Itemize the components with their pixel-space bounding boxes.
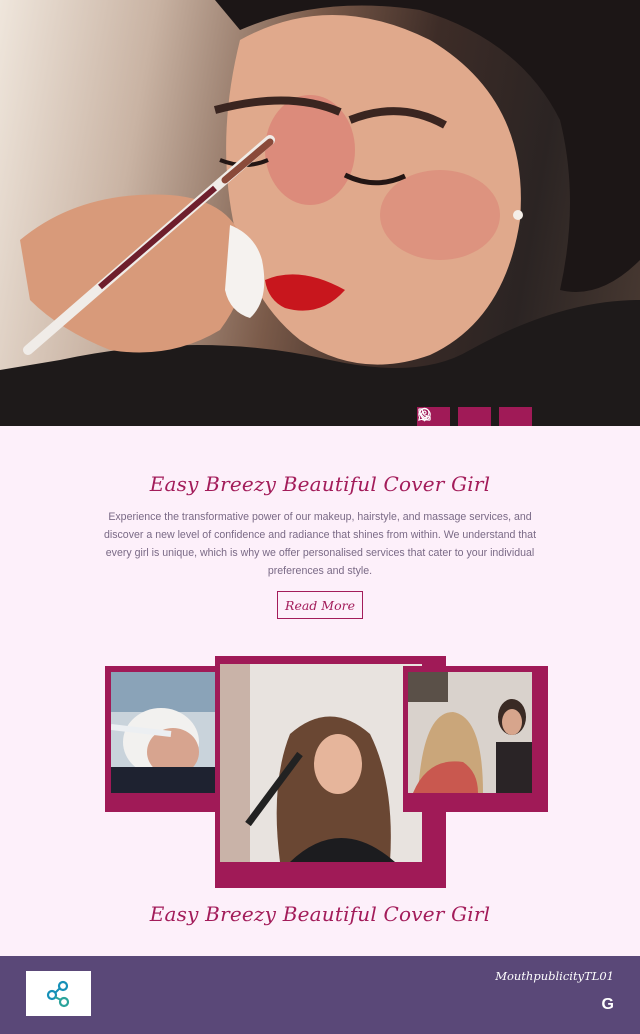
gallery-card-left	[105, 666, 227, 812]
gallery-photo-makeup[interactable]	[408, 672, 532, 793]
footer: MouthpublicityTL01 G	[0, 956, 640, 1034]
footer-brand: MouthpublicityTL01	[495, 969, 614, 983]
google-icon[interactable]: G	[602, 996, 614, 1014]
read-more-button[interactable]: Read More	[277, 591, 363, 619]
whatsapp-button[interactable]	[418, 407, 491, 426]
hero-illustration	[0, 0, 640, 426]
location-pin-icon	[419, 407, 430, 422]
gallery-title: Easy Breezy Beautiful Cover Girl	[149, 902, 491, 926]
logo-icon	[46, 980, 69, 1007]
intro-description: Experience the transformative power of o…	[103, 511, 537, 577]
footer-logo[interactable]	[26, 971, 91, 1016]
gallery-card-right	[403, 666, 548, 812]
hero-image	[0, 0, 640, 426]
gallery-photo-facial[interactable]	[111, 672, 219, 793]
contact-bar	[417, 407, 532, 426]
intro-title: Easy Breezy Beautiful Cover Girl	[149, 472, 491, 496]
location-button[interactable]	[419, 407, 532, 426]
gallery-photo-hairstyle[interactable]	[220, 664, 422, 862]
